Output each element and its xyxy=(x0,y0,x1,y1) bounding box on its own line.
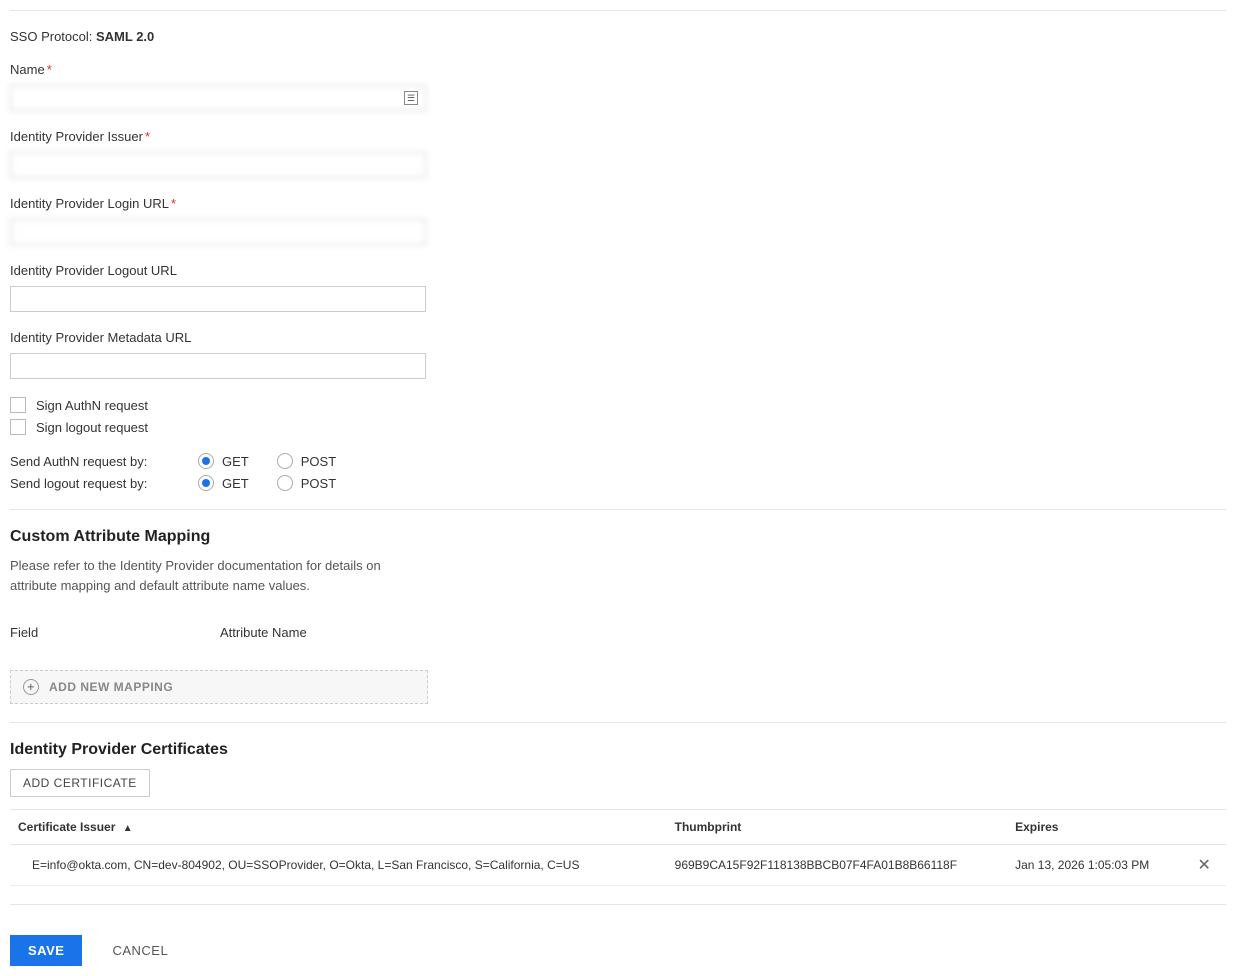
login-url-label: Identity Provider Login URL* xyxy=(10,196,1226,211)
mapping-description: Please refer to the Identity Provider do… xyxy=(10,556,430,595)
close-icon[interactable]: ✕ xyxy=(1198,855,1211,875)
sso-protocol: SSO Protocol: SAML 2.0 xyxy=(10,29,1226,44)
certificates-table: Certificate Issuer ▲ Thumbprint Expires … xyxy=(10,809,1226,886)
logout-get-radio[interactable] xyxy=(198,475,214,491)
authn-method-label: Send AuthN request by: xyxy=(10,454,170,469)
logout-method-label: Send logout request by: xyxy=(10,476,170,491)
mapping-title: Custom Attribute Mapping xyxy=(10,528,1226,546)
save-button[interactable]: SAVE xyxy=(10,935,82,966)
authn-get-radio[interactable] xyxy=(198,453,214,469)
add-mapping-label: ADD NEW MAPPING xyxy=(49,680,173,694)
sign-authn-checkbox[interactable] xyxy=(10,397,26,413)
issuer-input[interactable] xyxy=(10,152,426,178)
sso-protocol-value: SAML 2.0 xyxy=(96,29,154,44)
logout-post-label: POST xyxy=(301,476,336,491)
name-input[interactable] xyxy=(10,85,426,111)
cert-col-issuer[interactable]: Certificate Issuer xyxy=(18,820,115,834)
authn-post-radio[interactable] xyxy=(277,453,293,469)
sign-logout-label: Sign logout request xyxy=(36,420,148,435)
logout-url-input[interactable] xyxy=(10,286,426,312)
add-mapping-button[interactable]: + ADD NEW MAPPING xyxy=(10,670,428,704)
add-certificate-button[interactable]: ADD CERTIFICATE xyxy=(10,769,150,797)
cert-col-thumbprint[interactable]: Thumbprint xyxy=(667,810,1007,845)
contact-card-icon[interactable] xyxy=(404,91,418,105)
cert-col-expires[interactable]: Expires xyxy=(1007,810,1189,845)
metadata-url-input[interactable] xyxy=(10,353,426,379)
sign-authn-label: Sign AuthN request xyxy=(36,398,148,413)
name-label: Name* xyxy=(10,62,1226,77)
table-row: E=info@okta.com, CN=dev-804902, OU=SSOPr… xyxy=(10,845,1226,886)
cancel-button[interactable]: CANCEL xyxy=(106,942,174,959)
cert-issuer-value: E=info@okta.com, CN=dev-804902, OU=SSOPr… xyxy=(10,845,667,886)
sign-logout-checkbox[interactable] xyxy=(10,419,26,435)
logout-post-radio[interactable] xyxy=(277,475,293,491)
certificates-title: Identity Provider Certificates xyxy=(10,741,1226,759)
logout-url-label: Identity Provider Logout URL xyxy=(10,263,1226,278)
metadata-url-label: Identity Provider Metadata URL xyxy=(10,330,1226,345)
issuer-label: Identity Provider Issuer* xyxy=(10,129,1226,144)
cert-thumbprint-value: 969B9CA15F92F118138BBCB07F4FA01B8B66118F xyxy=(667,845,1007,886)
authn-get-label: GET xyxy=(222,454,249,469)
login-url-input[interactable] xyxy=(10,219,426,245)
mapping-col-attr: Attribute Name xyxy=(220,625,307,640)
cert-expires-value: Jan 13, 2026 1:05:03 PM xyxy=(1007,845,1189,886)
authn-post-label: POST xyxy=(301,454,336,469)
mapping-col-field: Field xyxy=(10,625,220,640)
sort-asc-icon: ▲ xyxy=(123,823,133,834)
sso-protocol-label: SSO Protocol: xyxy=(10,29,92,44)
logout-get-label: GET xyxy=(222,476,249,491)
plus-icon: + xyxy=(23,679,39,695)
